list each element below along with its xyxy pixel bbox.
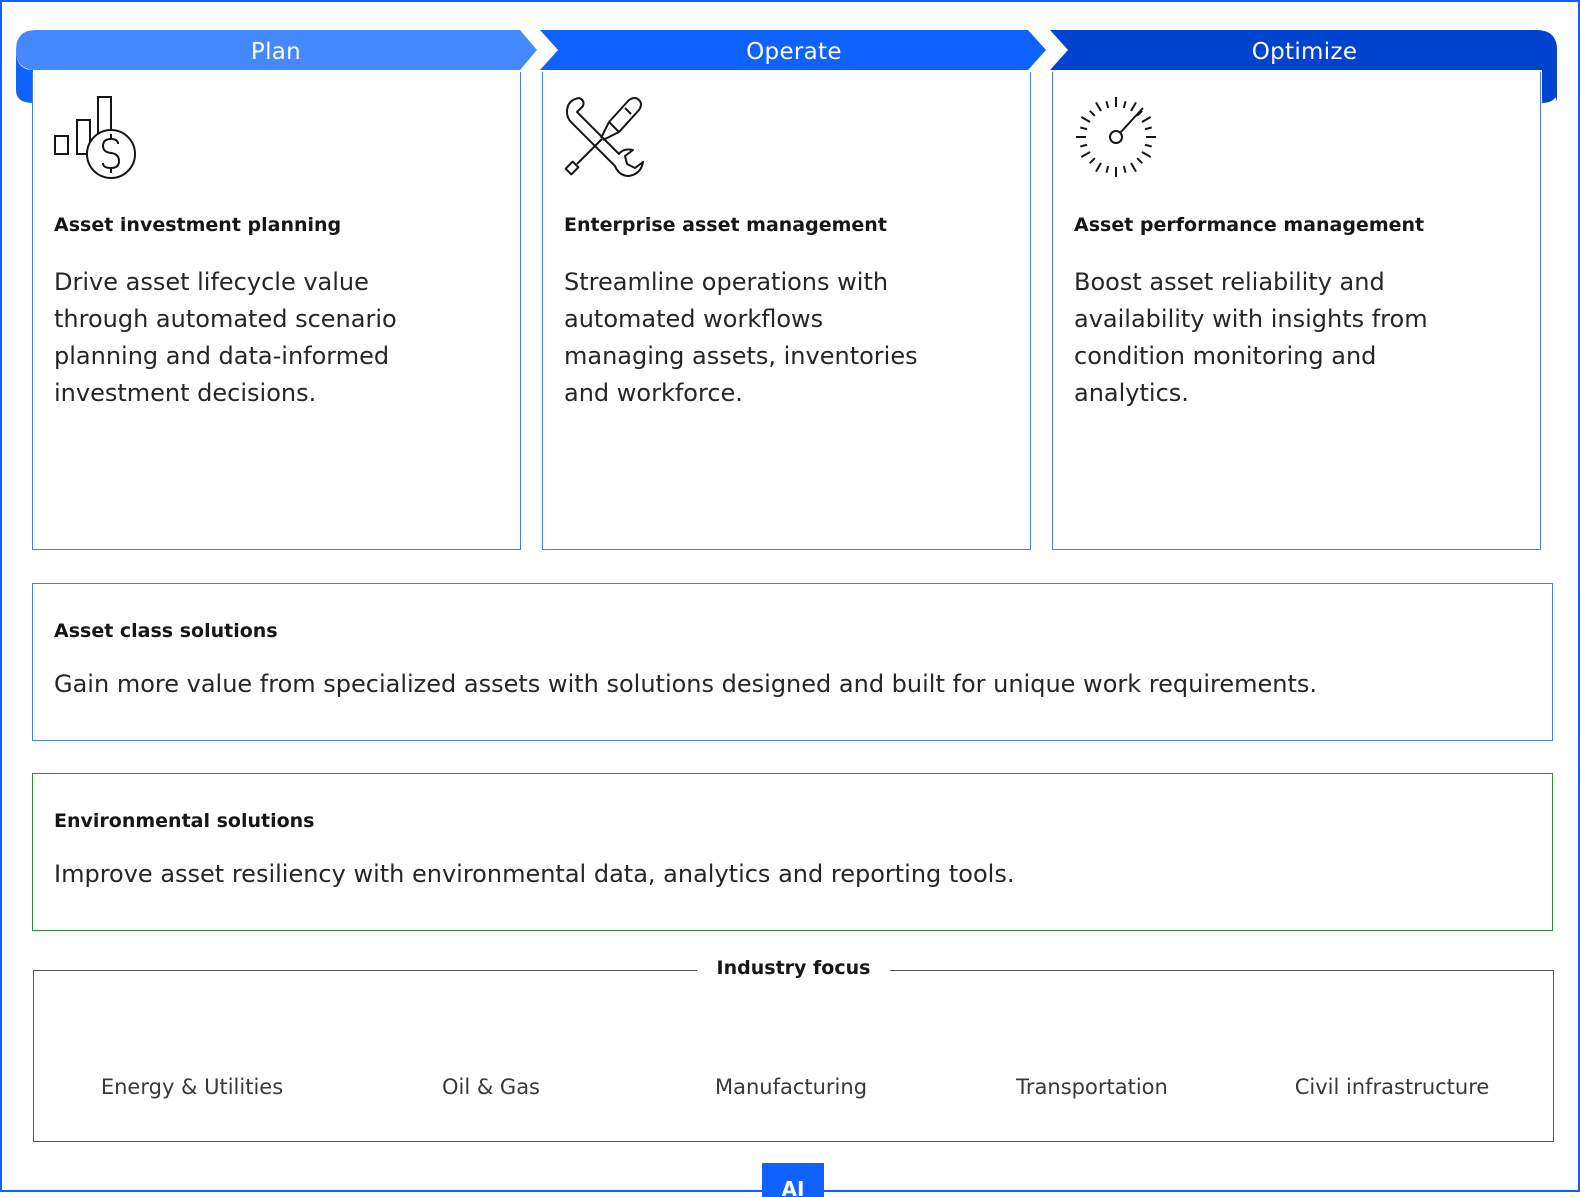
gauge-tick <box>1141 116 1152 123</box>
gauge-tick <box>1144 126 1152 131</box>
gauge-tick <box>1080 143 1088 148</box>
card-operate: Enterprise asset management Streamline o… <box>542 72 1031 550</box>
asset-class-title: Asset class solutions <box>54 620 278 642</box>
gauge-tick <box>1130 162 1137 173</box>
gauge-tick <box>1095 101 1102 112</box>
card-body-operate: Streamline operations with automated wor… <box>564 268 918 407</box>
gauge-tick <box>1130 101 1137 112</box>
card-body-optimize: Boost asset reliability and availability… <box>1074 268 1428 407</box>
card-optimize: Asset performance management Boost asset… <box>1052 72 1541 550</box>
environmental-panel: Environmental solutions Improve asset re… <box>32 773 1553 931</box>
wrench-screwdriver-icon <box>563 94 649 180</box>
gauge-tick <box>1080 126 1088 131</box>
industry-item-transportation: Transportation <box>1016 1075 1168 1099</box>
bar-chart-dollar-icon <box>53 94 139 180</box>
industry-list: Energy & Utilities Oil & Gas Manufacturi… <box>34 1075 1553 1105</box>
industry-item-manufacturing: Manufacturing <box>714 1075 868 1099</box>
card-title-operate: Enterprise asset management <box>564 214 887 236</box>
gauge-tick <box>1105 165 1110 173</box>
card-plan: Asset investment planning Drive asset li… <box>32 72 521 550</box>
gauge-tick <box>1089 110 1096 117</box>
phase-label-optimize: Optimize <box>1251 39 1358 65</box>
industry-item-energy-utilities: Energy & Utilities <box>100 1075 284 1099</box>
industry-item-oil-gas: Oil & Gas <box>441 1075 541 1099</box>
asset-class-body: Gain more value from specialized assets … <box>54 670 1317 698</box>
gauge-tick <box>1144 143 1152 148</box>
gauge-tick <box>1122 101 1127 109</box>
gauge-tick <box>1136 157 1143 164</box>
gauge-tick <box>1122 165 1127 173</box>
gauge-tick <box>1105 101 1110 109</box>
industry-item-civil-infrastructure: Civil infrastructure <box>1294 1075 1490 1099</box>
card-body-plan: Drive asset lifecycle value through auto… <box>54 268 397 407</box>
phase-label-operate: Operate <box>746 39 842 65</box>
gauge-tick <box>1080 116 1091 123</box>
gauge-tick <box>1141 151 1152 158</box>
card-title-optimize: Asset performance management <box>1074 214 1425 236</box>
gauge-icon <box>1073 94 1159 180</box>
gauge-tick <box>1080 151 1091 158</box>
industry-focus-title: Industry focus <box>696 957 891 979</box>
environmental-title: Environmental solutions <box>54 810 315 832</box>
gauge-tick <box>1095 162 1102 173</box>
environmental-body: Improve asset resiliency with environmen… <box>54 860 1015 888</box>
card-title-plan: Asset investment planning <box>54 214 342 236</box>
gauge-tick <box>1089 157 1096 164</box>
industry-focus-panel: Industry focus Energy & Utilities Oil & … <box>33 957 1554 1142</box>
asset-class-panel: Asset class solutions Gain more value fr… <box>32 583 1553 741</box>
phase-label-plan: Plan <box>250 39 302 65</box>
